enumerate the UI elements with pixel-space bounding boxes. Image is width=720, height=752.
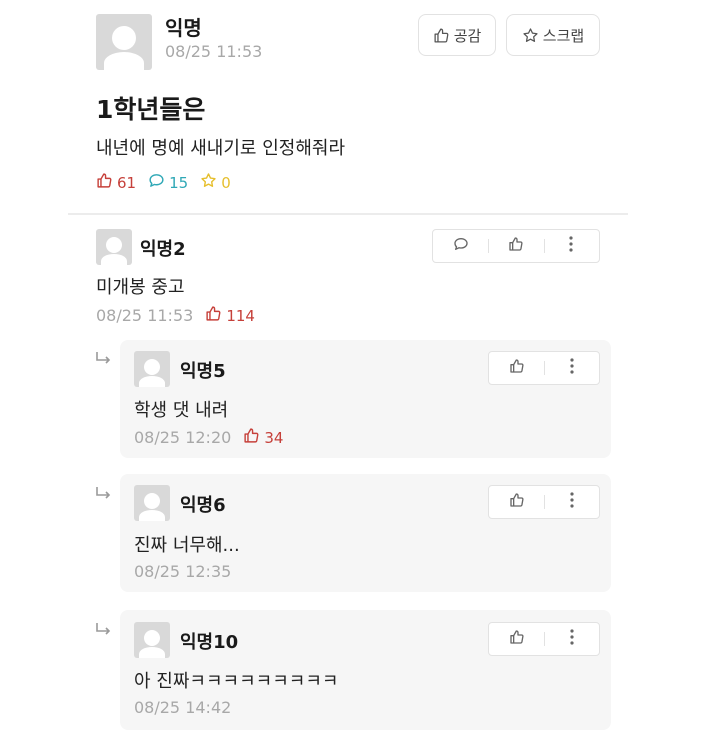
thumbs-up-icon xyxy=(509,492,525,512)
comment-meta: 08/25 11:53 114 xyxy=(96,305,255,326)
post-datetime: 08/25 11:53 xyxy=(165,42,263,61)
comment-like-button[interactable] xyxy=(488,230,543,262)
reply-button[interactable] xyxy=(433,230,488,262)
reply-author-name: 익명10 xyxy=(180,632,239,653)
reply-like-button[interactable] xyxy=(489,486,544,518)
comment-datetime: 08/25 11:53 xyxy=(96,306,194,325)
reply-text: 아 진짜ㅋㅋㅋㅋㅋㅋㅋㅋㅋ xyxy=(134,671,339,692)
thumbs-up-icon xyxy=(509,358,525,378)
reply-arrow-icon xyxy=(95,351,113,371)
thumbs-up-icon xyxy=(508,236,524,256)
reply-like-button[interactable] xyxy=(489,623,544,655)
vote-button[interactable]: 공감 xyxy=(418,14,496,56)
post-divider xyxy=(68,213,628,215)
comment-more-button[interactable] xyxy=(543,230,599,262)
scrap-button[interactable]: 스크랩 xyxy=(506,14,600,56)
post-author-avatar xyxy=(96,14,152,70)
reply-author-name: 익명6 xyxy=(180,495,226,516)
more-vertical-icon xyxy=(569,358,574,378)
post-scrap-count: 0 xyxy=(200,172,231,193)
more-vertical-icon xyxy=(569,492,574,512)
reply-author-avatar xyxy=(134,351,170,387)
comment-author-name: 익명2 xyxy=(140,239,186,260)
reply-text: 학생 댓 내려 xyxy=(134,400,229,421)
thumbs-up-icon xyxy=(509,629,525,649)
reply-author-avatar xyxy=(134,485,170,521)
scrap-button-label: 스크랩 xyxy=(542,26,585,45)
reply-datetime: 08/25 14:42 xyxy=(134,698,232,717)
post-body: 내년에 명예 새내기로 인정해줘라 xyxy=(96,138,346,159)
thumbs-up-icon xyxy=(433,27,450,44)
reply-more-button[interactable] xyxy=(544,486,599,518)
comment-like-count: 114 xyxy=(205,305,255,326)
reply-meta: 08/25 12:20 34 xyxy=(134,427,283,448)
reply-like-button[interactable] xyxy=(489,352,544,384)
star-icon xyxy=(200,172,217,193)
comment-author-avatar xyxy=(96,229,132,265)
reply-more-button[interactable] xyxy=(544,352,599,384)
star-icon xyxy=(522,27,539,44)
post-author-name: 익명 xyxy=(165,16,202,40)
reply-datetime: 08/25 12:20 xyxy=(134,428,232,447)
more-vertical-icon xyxy=(569,236,573,256)
reply-arrow-icon xyxy=(95,486,113,506)
reply-like-count: 34 xyxy=(243,427,283,448)
speech-bubble-icon xyxy=(148,172,165,193)
reply-author-avatar xyxy=(134,622,170,658)
post-stats: 61 15 0 xyxy=(96,172,231,193)
thumbs-up-icon xyxy=(96,172,113,193)
reply-datetime: 08/25 12:35 xyxy=(134,562,232,581)
post-comment-count: 15 xyxy=(148,172,188,193)
reply-actions xyxy=(488,485,600,519)
reply-actions xyxy=(488,622,600,656)
reply-arrow-icon xyxy=(95,622,113,642)
comment-text: 미개봉 중고 xyxy=(96,277,185,298)
thumbs-up-icon xyxy=(205,305,222,326)
thumbs-up-icon xyxy=(243,427,260,448)
speech-bubble-icon xyxy=(453,236,469,256)
post-like-count: 61 xyxy=(96,172,136,193)
vote-button-label: 공감 xyxy=(453,26,482,45)
post-title: 1학년들은 xyxy=(96,95,206,124)
reply-text: 진짜 너무해... xyxy=(134,535,240,556)
reply-more-button[interactable] xyxy=(544,623,599,655)
comment-actions xyxy=(432,229,600,263)
more-vertical-icon xyxy=(569,629,574,649)
reply-author-name: 익명5 xyxy=(180,361,226,382)
reply-actions xyxy=(488,351,600,385)
